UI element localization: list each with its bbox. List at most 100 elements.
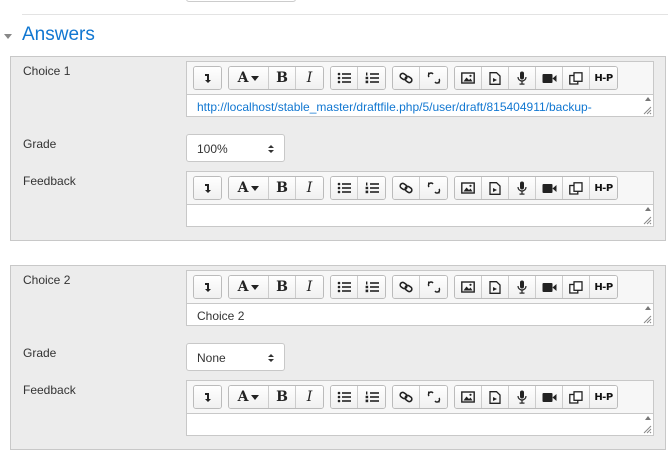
media-button[interactable]: [482, 177, 509, 199]
manage-files-button[interactable]: [563, 177, 590, 199]
grade-select-2[interactable]: None: [186, 343, 285, 371]
toolbar-button-group: [193, 275, 222, 299]
divider: [22, 14, 668, 15]
bold-button[interactable]: B: [269, 177, 296, 199]
grade-select-1[interactable]: 100%: [186, 134, 285, 162]
choice-1-editor[interactable]: A B I H-P http://localhost/stable_master/dr…: [186, 61, 654, 117]
image-button[interactable]: [455, 67, 482, 89]
record-audio-icon: [517, 390, 527, 404]
ordered-list-button[interactable]: [358, 276, 385, 298]
image-icon: [461, 72, 475, 84]
feedback-1-editor[interactable]: A B I H-P: [186, 171, 654, 227]
unlink-button[interactable]: [420, 386, 447, 408]
h5p-button[interactable]: H-P: [590, 386, 617, 408]
resize-grip-icon[interactable]: [642, 314, 652, 324]
italic-button[interactable]: I: [296, 67, 323, 89]
h5p-button[interactable]: H-P: [590, 276, 617, 298]
record-audio-button[interactable]: [509, 67, 536, 89]
font-style-button[interactable]: A: [229, 386, 269, 408]
feedback-1-content[interactable]: [186, 205, 654, 227]
link-button[interactable]: [393, 67, 420, 89]
ordered-list-button[interactable]: [358, 177, 385, 199]
image-button[interactable]: [455, 386, 482, 408]
unordered-list-button[interactable]: [331, 386, 358, 408]
italic-button[interactable]: I: [296, 386, 323, 408]
record-video-button[interactable]: [536, 386, 563, 408]
record-video-button[interactable]: [536, 276, 563, 298]
unlink-button[interactable]: [420, 67, 447, 89]
link-button[interactable]: [393, 386, 420, 408]
italic-icon: I: [306, 180, 313, 196]
record-video-button[interactable]: [536, 67, 563, 89]
answers-section-header[interactable]: Answers: [4, 24, 95, 46]
bold-button[interactable]: B: [269, 276, 296, 298]
font-style-icon: A: [238, 70, 260, 86]
previous-field[interactable]: [186, 0, 296, 2]
h5p-button[interactable]: H-P: [590, 177, 617, 199]
section-title[interactable]: Answers: [22, 24, 95, 46]
bold-button[interactable]: B: [269, 67, 296, 89]
image-icon: [461, 182, 475, 194]
font-style-button[interactable]: A: [229, 67, 269, 89]
font-glyph: A: [237, 70, 249, 86]
h5p-button[interactable]: H-P: [590, 67, 617, 89]
manage-files-icon: [569, 71, 583, 85]
show-more-button[interactable]: [194, 177, 221, 199]
link-icon: [399, 182, 413, 194]
unordered-list-icon: [337, 182, 351, 194]
media-button[interactable]: [482, 67, 509, 89]
choice-2-editor[interactable]: A B I H-P Choice 2: [186, 270, 654, 326]
image-button[interactable]: [455, 177, 482, 199]
dropdown-caret-icon: [251, 394, 260, 400]
resize-grip-icon[interactable]: [642, 215, 652, 225]
choice-1-text[interactable]: http://localhost/stable_master/draftfile…: [197, 100, 592, 114]
ordered-list-icon: [365, 182, 379, 194]
record-audio-button[interactable]: [509, 386, 536, 408]
media-button[interactable]: [482, 276, 509, 298]
link-button[interactable]: [393, 177, 420, 199]
manage-files-button[interactable]: [563, 386, 590, 408]
unlink-icon: [427, 182, 441, 194]
font-style-button[interactable]: A: [229, 276, 269, 298]
image-button[interactable]: [455, 276, 482, 298]
choice-2-content[interactable]: Choice 2: [186, 304, 654, 326]
manage-files-button[interactable]: [563, 67, 590, 89]
show-more-button[interactable]: [194, 67, 221, 89]
choice-2-text[interactable]: Choice 2: [197, 309, 244, 323]
unordered-list-button[interactable]: [331, 177, 358, 199]
unordered-list-button[interactable]: [331, 67, 358, 89]
unordered-list-button[interactable]: [331, 276, 358, 298]
italic-button[interactable]: I: [296, 177, 323, 199]
resize-grip-icon[interactable]: [642, 105, 652, 115]
unlink-icon: [427, 281, 441, 293]
collapse-arrow-icon[interactable]: [4, 33, 12, 39]
toolbar-button-group: ABI: [228, 385, 324, 409]
show-more-button[interactable]: [194, 276, 221, 298]
bold-button[interactable]: B: [269, 386, 296, 408]
ordered-list-button[interactable]: [358, 386, 385, 408]
resize-grip-icon[interactable]: [642, 424, 652, 434]
manage-files-button[interactable]: [563, 276, 590, 298]
show-more-button[interactable]: [194, 386, 221, 408]
italic-icon: I: [306, 389, 313, 405]
font-style-button[interactable]: A: [229, 177, 269, 199]
scroll-up-icon[interactable]: [645, 97, 651, 101]
record-audio-button[interactable]: [509, 177, 536, 199]
ordered-list-button[interactable]: [358, 67, 385, 89]
unlink-button[interactable]: [420, 177, 447, 199]
italic-button[interactable]: I: [296, 276, 323, 298]
link-button[interactable]: [393, 276, 420, 298]
choice-1-content[interactable]: http://localhost/stable_master/draftfile…: [186, 95, 654, 117]
scroll-up-icon[interactable]: [645, 207, 651, 211]
record-video-button[interactable]: [536, 177, 563, 199]
scroll-up-icon[interactable]: [645, 306, 651, 310]
choice-2-panel: Choice 2 A B I H-P Choice 2 Grade None Feed…: [10, 265, 666, 450]
feedback-2-editor[interactable]: A B I H-P: [186, 380, 654, 436]
feedback-2-content[interactable]: [186, 414, 654, 436]
media-button[interactable]: [482, 386, 509, 408]
record-audio-button[interactable]: [509, 276, 536, 298]
unlink-button[interactable]: [420, 276, 447, 298]
record-video-icon: [542, 392, 557, 403]
toolbar-button-group: H-P: [454, 275, 618, 299]
scroll-up-icon[interactable]: [645, 416, 651, 420]
